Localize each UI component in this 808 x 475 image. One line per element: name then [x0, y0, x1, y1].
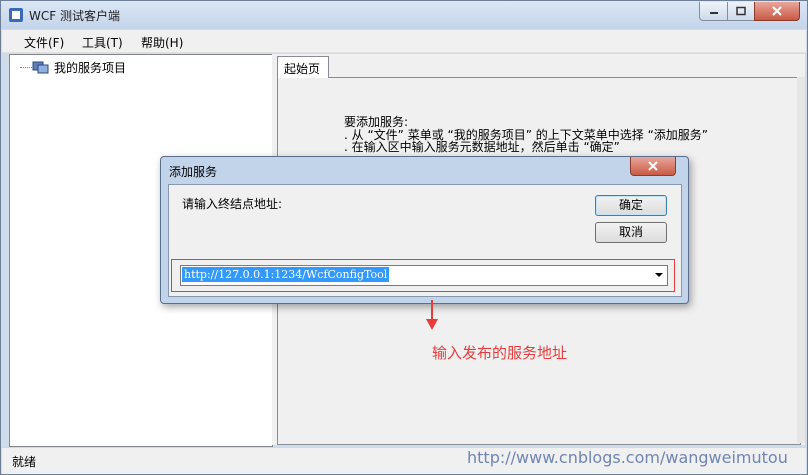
down-arrow-icon: [426, 319, 438, 330]
window-title: WCF 测试客户端: [29, 9, 120, 23]
maximize-icon: [736, 6, 746, 16]
tab-label: 起始页: [284, 62, 321, 76]
minimize-icon: [709, 12, 718, 14]
endpoint-address-value: http://127.0.0.1:1234/WcfConfigTool: [182, 267, 390, 282]
tree-root-my-services[interactable]: 我的服务项目: [54, 59, 126, 76]
wcf-app-icon: [9, 8, 23, 22]
close-icon: [648, 161, 658, 171]
dialog-close-button[interactable]: [630, 157, 676, 176]
cancel-button[interactable]: 取消: [595, 222, 667, 243]
endpoint-address-combobox[interactable]: http://127.0.0.1:1234/WcfConfigTool: [180, 265, 668, 286]
close-icon: [772, 6, 782, 16]
start-instruction-2: . 在输入区中输入服务元数据地址，然后单击 “确定”: [344, 140, 620, 154]
right-edge-scrollbar[interactable]: [797, 77, 805, 443]
annotation-text: 输入发布的服务地址: [432, 344, 568, 362]
endpoint-prompt: 请输入终结点地址:: [182, 197, 283, 211]
dropdown-arrow-icon[interactable]: [655, 273, 663, 277]
menu-file[interactable]: 文件(F): [24, 34, 64, 51]
minimize-button[interactable]: [699, 2, 728, 21]
menu-help[interactable]: 帮助(H): [141, 34, 183, 51]
title-bar[interactable]: WCF 测试客户端: [1, 1, 807, 29]
dialog-title: 添加服务: [169, 165, 218, 179]
maximize-button[interactable]: [727, 2, 755, 21]
tab-start-page[interactable]: 起始页: [277, 56, 329, 78]
ok-button[interactable]: 确定: [595, 195, 667, 216]
status-text: 就绪: [12, 455, 37, 469]
close-button[interactable]: [754, 2, 800, 21]
menu-tools[interactable]: 工具(T): [82, 34, 123, 51]
menu-bar: 文件(F) 工具(T) 帮助(H): [2, 30, 806, 53]
blog-watermark: http://www.cnblogs.com/wangweimutou: [467, 448, 788, 467]
services-icon: [32, 61, 49, 74]
